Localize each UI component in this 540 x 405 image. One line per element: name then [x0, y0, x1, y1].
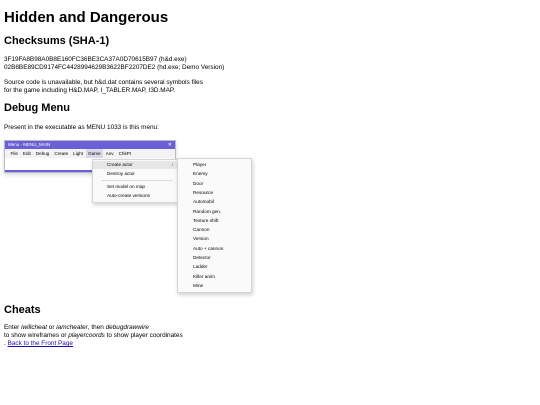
menu-light[interactable]: Light [71, 149, 86, 158]
close-icon[interactable]: ✕ [168, 141, 172, 149]
menu-create[interactable]: Create [52, 149, 71, 158]
cheat-code: iwillcheat [21, 324, 47, 331]
debug-heading: Debug Menu [4, 102, 70, 114]
menu-edit[interactable]: Edit [20, 149, 33, 158]
cheats-text: , then [87, 324, 106, 331]
menu-separator [101, 180, 173, 181]
source-note: Source code is unavailable, but h&d.dat … [4, 79, 203, 86]
menu-anv[interactable]: Anv [103, 149, 116, 158]
submenu-item[interactable]: Detector [178, 253, 251, 262]
menu-item-auto-create[interactable]: Auto-create versions [93, 192, 177, 200]
menu-debug[interactable]: Debug [33, 149, 52, 158]
cheats-text: or [47, 324, 57, 331]
source-note: for the game including H&D.MAP, I_TABLER… [4, 87, 176, 94]
game-dropdown: Create actor › Destroy actor Set model o… [92, 159, 178, 203]
submenu-item[interactable]: Version [178, 234, 251, 243]
cheats-line: to show wireframes or playercoords to sh… [4, 332, 183, 340]
submenu-item[interactable]: Mine [178, 281, 251, 290]
submenu-item[interactable]: Player [178, 160, 251, 169]
submenu-item[interactable]: Ladder [178, 262, 251, 271]
back-to-front-page-link[interactable]: Back to the Front Page [8, 340, 73, 347]
checksums-heading: Checksums (SHA-1) [4, 35, 110, 47]
menu-file[interactable]: File [8, 149, 20, 158]
checksum-line: 3F19FA8B98A0B8E160FC36BE3CA37A0D70615B97… [4, 56, 187, 63]
menu-game[interactable]: Game [85, 149, 104, 158]
submenu-item[interactable]: Killer anim [178, 272, 251, 281]
debug-intro: Present in the executable as MENU 1033 i… [4, 124, 159, 131]
actor-submenu: Player Enemy Door Resource Automobil Ran… [177, 158, 252, 293]
submenu-item[interactable]: Enemy [178, 169, 251, 178]
submenu-item[interactable]: Random gen. [178, 207, 251, 216]
menu-item-set-model[interactable]: Set model on map [93, 183, 177, 191]
menu-item-label: Create actor [107, 162, 133, 167]
submenu-item[interactable]: Automobil [178, 197, 251, 206]
checksum-line: 02B8BE89CD9174FC4428994629B3622BF2207DE2… [4, 64, 225, 71]
cheats-text: Enter [4, 324, 22, 331]
chevron-right-icon: › [171, 162, 173, 167]
menubar: File Edit Debug Create Light Game Anv Ch… [5, 149, 175, 158]
front-page-line: . Back to the Front Page [4, 340, 73, 348]
menu-chkpt[interactable]: ChkPt [116, 149, 134, 158]
page-title: Hidden and Dangerous [4, 9, 169, 26]
menu-item-destroy-actor[interactable]: Destroy actor [93, 170, 177, 178]
window-title: Menu - MENU_MAIN [8, 142, 51, 147]
submenu-item[interactable]: Resource [178, 188, 251, 197]
submenu-item[interactable]: Texture shift [178, 216, 251, 225]
cheats-line: Enter iwillcheat or iamcheater, then deb… [4, 324, 149, 332]
cheats-text: to show player coordinates [104, 332, 183, 339]
cheats-heading: Cheats [4, 304, 41, 316]
submenu-item[interactable]: Door [178, 179, 251, 188]
window-title-bar: Menu - MENU_MAIN ✕ [5, 141, 175, 149]
cheat-code: playercoords [68, 332, 105, 339]
cheat-code: iamcheater [56, 324, 88, 331]
submenu-item[interactable]: Auto + cannon [178, 244, 251, 253]
submenu-item[interactable]: Cannon [178, 225, 251, 234]
cheats-text: to show wireframes or [4, 332, 69, 339]
menu-item-create-actor[interactable]: Create actor › [93, 161, 177, 169]
cheat-code: debugdrawwire [105, 324, 149, 331]
